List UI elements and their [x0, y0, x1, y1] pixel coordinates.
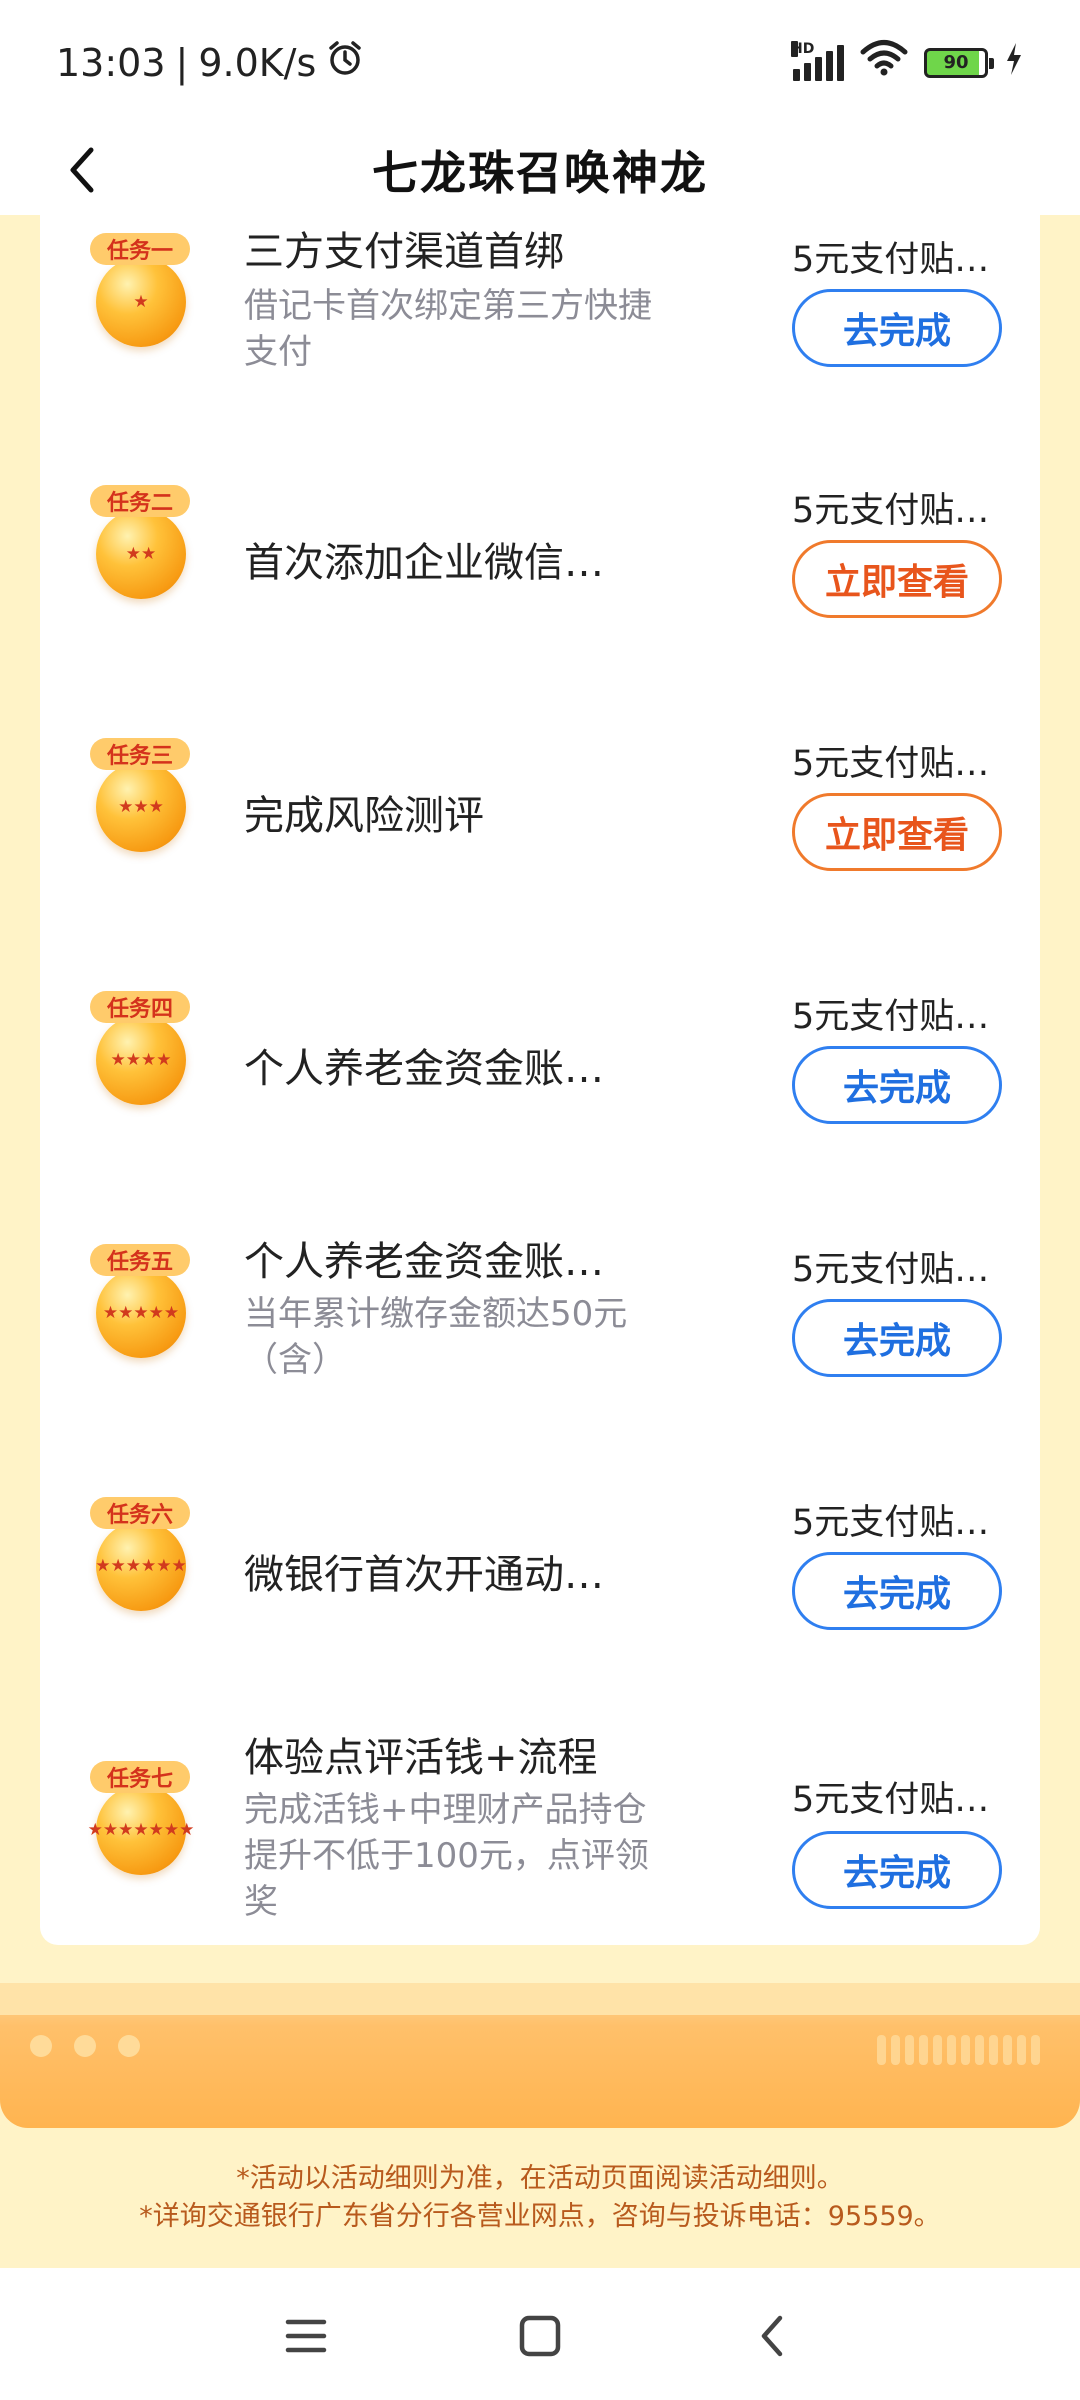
task-title: 微银行首次开通动… — [244, 1552, 604, 1598]
view-now-button[interactable]: 立即查看 — [792, 793, 1002, 871]
dragon-ball-icon: 任务六 ★★★★★★ — [90, 1497, 190, 1627]
go-complete-button[interactable]: 去完成 — [792, 1046, 1002, 1124]
task-item-2: 任务二 ★★ 首次添加企业微信… 5元支付贴… 立即查看 — [40, 468, 1040, 721]
alarm-icon — [326, 39, 364, 86]
task-desc: 完成活钱+中理财产品持仓提升不低于100元，点评领奖 — [244, 1790, 649, 1922]
task-reward: 5元支付贴… — [792, 240, 990, 280]
charging-icon — [1004, 41, 1024, 85]
task-tag: 任务二 — [90, 485, 190, 517]
page-title: 七龙珠召唤神龙 — [372, 146, 708, 200]
back-button[interactable] — [52, 140, 112, 200]
dragon-ball-icon: 任务三 ★★★ — [90, 738, 190, 868]
wifi-icon — [860, 39, 908, 86]
footer-notes: *活动以活动细则为准，在活动页面阅读活动细则。 *详询交通银行广东省分行各营业网… — [0, 2160, 1080, 2236]
dragon-ball-icon: 任务七 ★★★★★★★ — [88, 1761, 194, 1891]
go-complete-button[interactable]: 去完成 — [792, 1552, 1002, 1630]
go-complete-button[interactable]: 去完成 — [792, 289, 1002, 367]
task-reward: 5元支付贴… — [792, 744, 990, 784]
network-speed: 9.0K/s — [198, 40, 317, 85]
task-reward: 5元支付贴… — [792, 1780, 990, 1820]
go-complete-button[interactable]: 去完成 — [792, 1831, 1002, 1909]
dragon-ball-icon: 任务四 ★★★★ — [90, 991, 190, 1121]
footer-note-rules: *活动以活动细则为准，在活动页面阅读活动细则。 — [236, 2163, 844, 2194]
hd-tag: HD — [791, 40, 815, 57]
battery-level: 90 — [943, 52, 969, 73]
page-header: 七龙珠召唤神龙 — [0, 125, 1080, 215]
task-tag: 任务七 — [90, 1761, 190, 1793]
task-desc: 借记卡首次绑定第三方快捷支付 — [244, 286, 652, 372]
home-square-icon[interactable] — [512, 2308, 568, 2364]
dragon-ball-icon: 任务五 ★★★★★ — [90, 1244, 190, 1374]
task-title: 完成风险测评 — [244, 793, 484, 839]
status-separator: | — [175, 40, 189, 85]
task-item-3: 任务三 ★★★ 完成风险测评 5元支付贴… 立即查看 — [40, 721, 1040, 974]
menu-icon[interactable] — [278, 2308, 334, 2364]
ball-stars: ★★★★★★★ — [88, 1785, 194, 1875]
system-nav-bar — [0, 2268, 1080, 2400]
decorative-bars — [877, 2035, 1040, 2065]
battery-icon: 90 — [924, 47, 994, 78]
task-desc: 当年累计缴存金额达50元（含） — [244, 1294, 628, 1380]
ball-stars: ★★★ — [96, 762, 186, 852]
go-complete-button[interactable]: 去完成 — [792, 1299, 1002, 1377]
task-title: 三方支付渠道首绑 — [244, 229, 564, 275]
dragon-ball-icon: 任务二 ★★ — [90, 485, 190, 615]
status-left: 13:03 | 9.0K/s — [56, 39, 364, 86]
status-time: 13:03 — [56, 40, 166, 85]
task-list-card: 任务一 ★ 三方支付渠道首绑 借记卡首次绑定第三方快捷支付 5元支付贴… 去完成… — [40, 215, 1040, 1945]
back-chevron-icon[interactable] — [744, 2308, 800, 2364]
ball-stars: ★★★★ — [96, 1015, 186, 1105]
task-item-4: 任务四 ★★★★ 个人养老金资金账… 5元支付贴… 去完成 — [40, 974, 1040, 1227]
task-reward: 5元支付贴… — [792, 1250, 990, 1290]
task-item-5: 任务五 ★★★★★ 个人养老金资金账… 当年累计缴存金额达50元（含） 5元支付… — [40, 1227, 1040, 1480]
signal-icon: HD — [791, 40, 844, 81]
task-tag: 任务四 — [90, 991, 190, 1023]
view-now-button[interactable]: 立即查看 — [792, 540, 1002, 618]
status-right: HD 90 — [791, 39, 1024, 86]
dragon-ball-icon: 任务一 ★ — [90, 233, 190, 363]
status-bar: 13:03 | 9.0K/s HD 90 — [0, 0, 1080, 125]
task-title: 首次添加企业微信… — [244, 540, 604, 586]
band-stripe — [0, 1983, 1080, 2015]
task-reward: 5元支付贴… — [792, 1503, 990, 1543]
ball-stars: ★★★★★★ — [95, 1521, 187, 1611]
footer-note-contact: *详询交通银行广东省分行各营业网点，咨询与投诉电话：95559。 — [139, 2201, 941, 2232]
task-tag: 任务六 — [90, 1497, 190, 1529]
task-item-6: 任务六 ★★★★★★ 微银行首次开通动… 5元支付贴… 去完成 — [40, 1480, 1040, 1733]
task-reward: 5元支付贴… — [792, 997, 990, 1037]
decorative-dots — [30, 2035, 140, 2057]
task-reward: 5元支付贴… — [792, 491, 990, 531]
ball-stars: ★ — [96, 257, 186, 347]
back-arrow-icon — [70, 147, 94, 193]
task-item-7: 任务七 ★★★★★★★ 体验点评活钱+流程 完成活钱+中理财产品持仓提升不低于1… — [40, 1717, 1040, 1970]
task-title: 体验点评活钱+流程 — [244, 1735, 598, 1781]
task-item-1: 任务一 ★ 三方支付渠道首绑 借记卡首次绑定第三方快捷支付 5元支付贴… 去完成 — [40, 215, 1040, 468]
task-title: 个人养老金资金账… — [244, 1239, 604, 1285]
task-tag: 任务一 — [90, 233, 190, 265]
ball-stars: ★★ — [96, 509, 186, 599]
task-tag: 任务五 — [90, 1244, 190, 1276]
decorative-band — [0, 1983, 1080, 2128]
ball-stars: ★★★★★ — [96, 1268, 186, 1358]
task-tag: 任务三 — [90, 738, 190, 770]
task-title: 个人养老金资金账… — [244, 1046, 604, 1092]
